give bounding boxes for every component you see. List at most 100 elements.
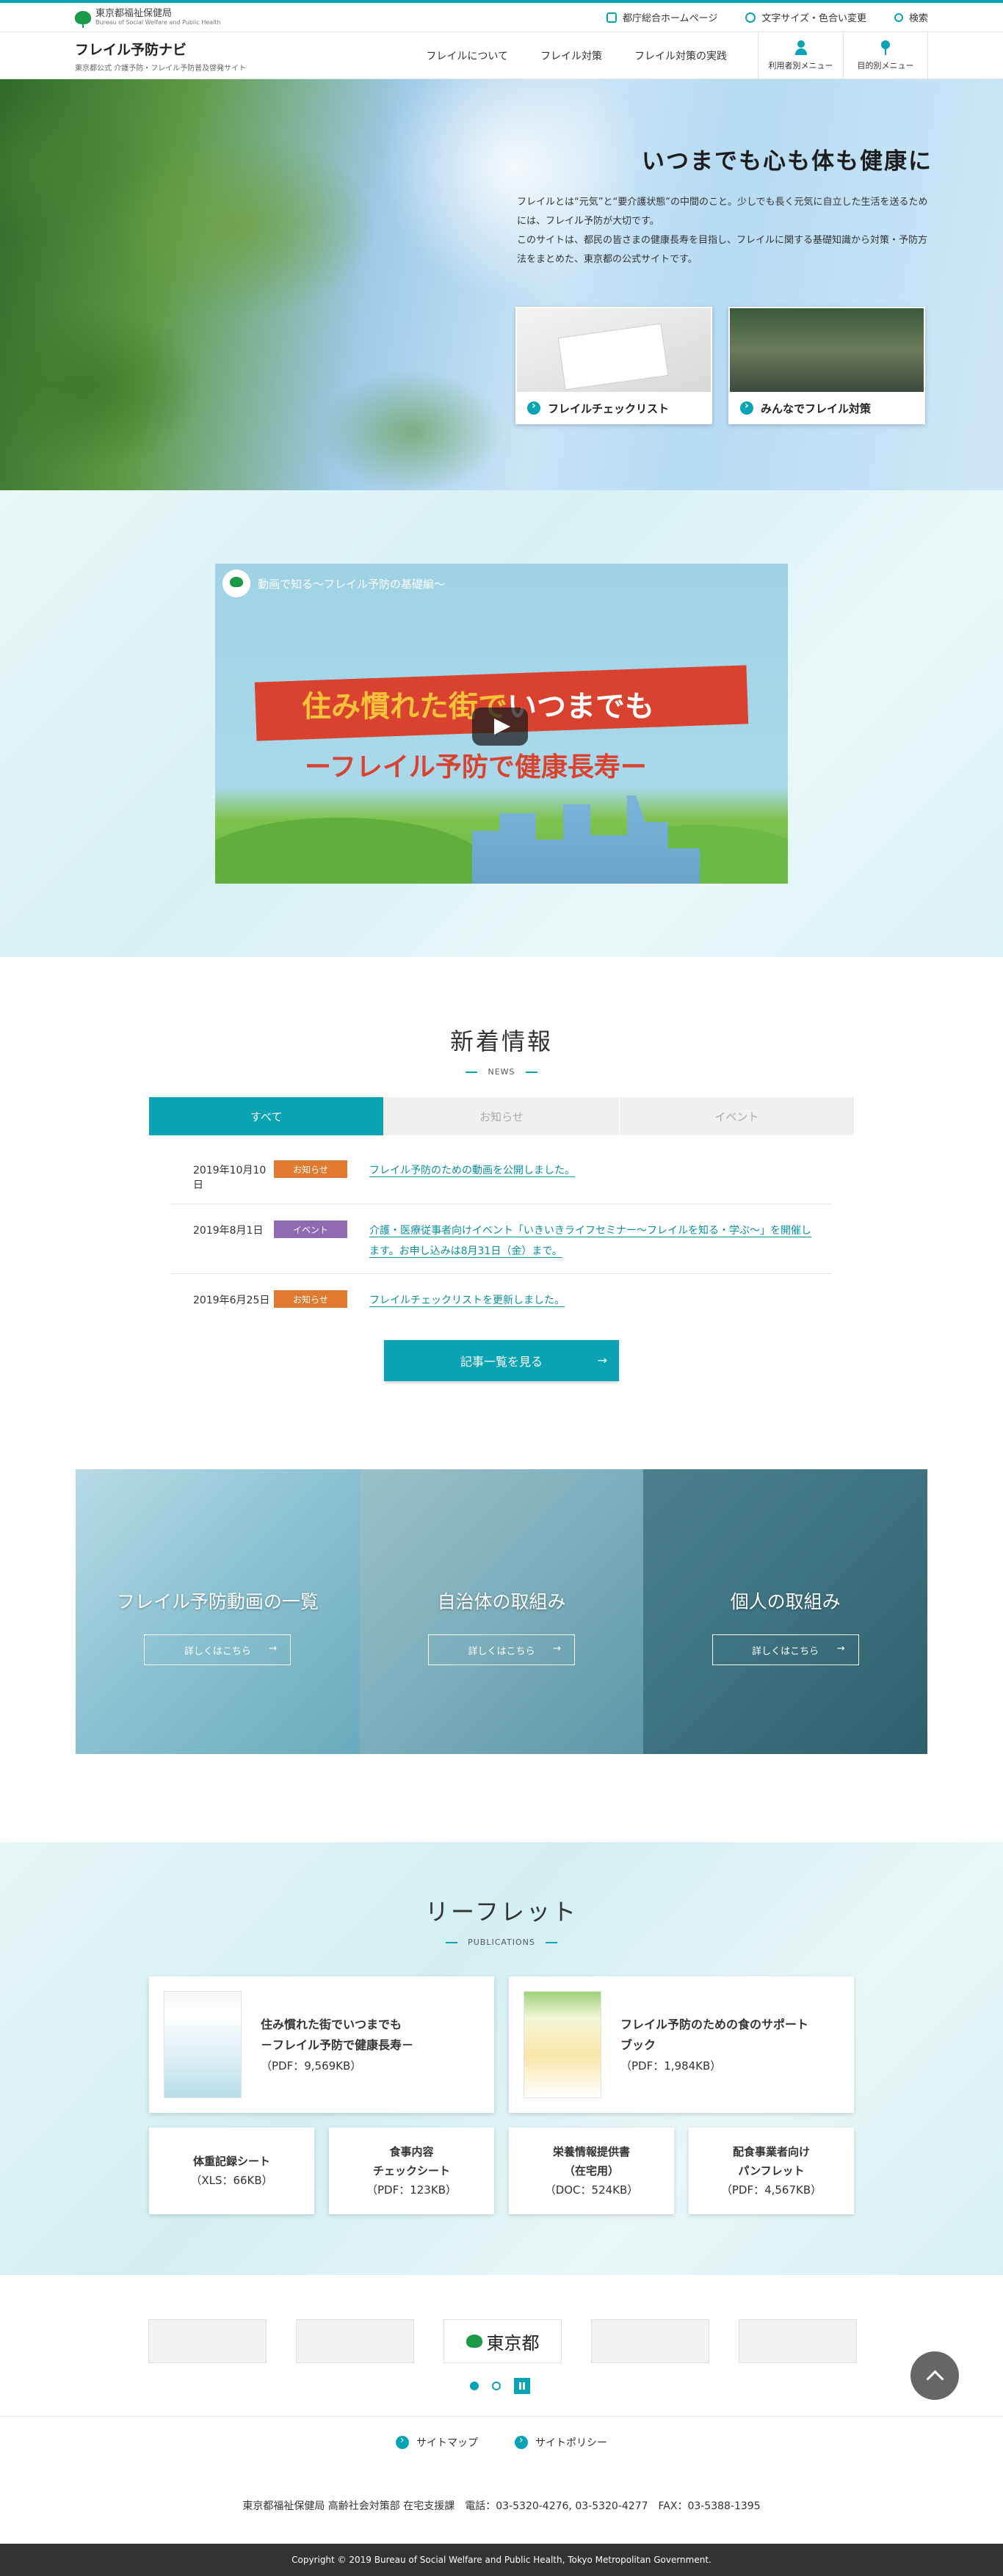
site-policy-label: サイトポリシー bbox=[535, 2437, 607, 2449]
nav-about-frailty[interactable]: フレイルについて bbox=[410, 48, 524, 63]
search-label: 検索 bbox=[908, 13, 928, 24]
user-menu-button[interactable]: 利用者別メニュー bbox=[758, 32, 843, 79]
bureau-logo[interactable]: 東京都福祉保健局 Bureau of Social Welfare and Pu… bbox=[75, 9, 221, 28]
hero-description-2: このサイトは、都民の皆さまの健康長寿を目指し、フレイルに関する基礎知識から対策・… bbox=[517, 235, 928, 265]
video-city-skyline bbox=[472, 796, 700, 884]
purpose-menu-label: 目的別メニュー bbox=[857, 60, 914, 70]
hero-section: いつまでも心も体も健康に フレイルとは“元気”と“要介護状態”の中間のこと。少し… bbox=[0, 79, 1003, 490]
feature-video-list[interactable]: フレイル予防動画の一覧 詳しくはこちら → bbox=[76, 1469, 360, 1754]
nav-frailty-measures[interactable]: フレイル対策 bbox=[524, 48, 618, 63]
utility-links: 都庁総合ホームページ 文字サイズ・色合い変更 検索 bbox=[606, 10, 928, 24]
banner-item[interactable] bbox=[739, 2319, 857, 2363]
site-logo[interactable]: フレイル予防ナビ 東京都公式 介護予防・フレイル予防普及啓発サイト bbox=[75, 39, 246, 73]
carousel-dot[interactable] bbox=[470, 2382, 479, 2390]
hero-text: いつまでも心も体も健康に フレイルとは“元気”と“要介護状態”の中間のこと。少し… bbox=[517, 142, 933, 269]
leaflet-title: 体重記録シート bbox=[192, 2155, 270, 2168]
leaflet-title: フレイル予防のための食のサポート ブック bbox=[620, 2017, 809, 2052]
detail-button[interactable]: 詳しくはこちら → bbox=[144, 1634, 292, 1665]
copyright: Copyright © 2019 Bureau of Social Welfar… bbox=[0, 2544, 1003, 2576]
frailty-checklist-card[interactable]: フレイルチェックリスト bbox=[515, 307, 712, 424]
bureau-name-en: Bureau of Social Welfare and Public Heal… bbox=[95, 19, 221, 26]
tab-notice[interactable]: お知らせ bbox=[383, 1097, 619, 1135]
banner-carousel: 東京都 bbox=[0, 2275, 1003, 2416]
arrow-right-icon bbox=[515, 2434, 528, 2449]
tokyo-gov-homepage-label: 都庁総合ホームページ bbox=[623, 13, 718, 24]
tokyo-gov-homepage-link[interactable]: 都庁総合ホームページ bbox=[606, 10, 717, 24]
news-heading: 新着情報 bbox=[449, 1027, 553, 1055]
site-title: フレイル予防ナビ bbox=[75, 41, 187, 58]
pause-icon[interactable] bbox=[514, 2378, 530, 2394]
arrow-right-icon bbox=[740, 400, 753, 415]
hero-cards: フレイルチェックリスト みんなでフレイル対策 bbox=[515, 307, 925, 424]
leaflet-cover-image bbox=[164, 1991, 242, 2098]
detail-label: 詳しくはこちら bbox=[752, 1645, 819, 1657]
hero-title: いつまでも心も体も健康に bbox=[642, 148, 933, 175]
feature-individual-efforts[interactable]: 個人の取組み 詳しくはこちら → bbox=[643, 1469, 928, 1754]
tokyo-leaf-icon bbox=[75, 10, 91, 28]
play-button[interactable] bbox=[472, 707, 528, 746]
banner-item[interactable] bbox=[591, 2319, 709, 2363]
leaflet-title: 配食事業者向け パンフレット bbox=[732, 2145, 810, 2177]
user-menu-label: 利用者別メニュー bbox=[768, 60, 833, 70]
nav-frailty-practice[interactable]: フレイル対策の実践 bbox=[618, 48, 743, 63]
category-badge: イベント bbox=[274, 1220, 347, 1238]
external-window-icon bbox=[606, 12, 617, 23]
video-headline-1b: いつまでも bbox=[507, 690, 654, 724]
tokyo-banner[interactable]: 東京都 bbox=[443, 2319, 562, 2363]
arrow-right-icon: → bbox=[597, 1353, 607, 1367]
leaflets-heading: リーフレット bbox=[424, 1898, 579, 1926]
site-header: フレイル予防ナビ 東京都公式 介護予防・フレイル予防普及啓発サイト フレイルにつ… bbox=[0, 32, 1003, 79]
video-section: 動画で知る～フレイル予防の基礎編～ 住み慣れた街でいつまでも ーフレイル予防で健… bbox=[0, 490, 1003, 957]
leaflet-card[interactable]: 食事内容 チェックシート （PDF：123KB） bbox=[329, 2128, 494, 2214]
news-link[interactable]: フレイル予防のための動画を公開しました。 bbox=[369, 1160, 575, 1181]
video-player[interactable]: 動画で知る～フレイル予防の基礎編～ 住み慣れた街でいつまでも ーフレイル予防で健… bbox=[215, 564, 788, 884]
sitemap-link[interactable]: サイトマップ bbox=[396, 2434, 478, 2450]
frailty-checklist-label: フレイルチェックリスト bbox=[548, 401, 670, 415]
search-icon bbox=[894, 12, 903, 22]
detail-label: 詳しくはこちら bbox=[184, 1645, 251, 1657]
news-item: 2019年6月25日 お知らせ フレイルチェックリストを更新しました。 bbox=[171, 1274, 832, 1322]
banner-row: 東京都 bbox=[148, 2319, 857, 2363]
news-list: 2019年10月10日 お知らせ フレイル予防のための動画を公開しました。 20… bbox=[171, 1144, 832, 1322]
site-subtitle: 東京都公式 介護予防・フレイル予防普及啓発サイト bbox=[75, 64, 247, 73]
arrow-right-icon bbox=[396, 2434, 409, 2449]
banner-item[interactable] bbox=[148, 2319, 267, 2363]
news-date: 2019年8月1日 bbox=[193, 1225, 264, 1237]
arrow-right-icon: → bbox=[836, 1643, 845, 1654]
category-badge: お知らせ bbox=[274, 1290, 347, 1308]
video-hill-left bbox=[215, 818, 494, 884]
tab-all[interactable]: すべて bbox=[149, 1097, 384, 1135]
contact-info: 東京都福祉保健局 高齢社会対策部 在宅支援課 電話：03-5320-4276, … bbox=[242, 2500, 761, 2512]
leaflet-card[interactable]: 住み慣れた街でいつまでも －フレイル予防で健康長寿－ （PDF：9,569KB） bbox=[149, 1976, 494, 2113]
text-size-color-link[interactable]: 文字サイズ・色合い変更 bbox=[745, 10, 866, 24]
pin-icon bbox=[880, 40, 891, 55]
global-nav: フレイルについて フレイル対策 フレイル対策の実践 利用者別メニュー 目的別メニ… bbox=[410, 32, 928, 79]
news-link[interactable]: フレイルチェックリストを更新しました。 bbox=[369, 1290, 565, 1311]
feature-links: フレイル予防動画の一覧 詳しくはこちら → 自治体の取組み 詳しくはこちら → 個人… bbox=[76, 1469, 928, 1754]
site-policy-link[interactable]: サイトポリシー bbox=[515, 2434, 607, 2450]
group-frailty-measures-label: みんなでフレイル対策 bbox=[761, 401, 872, 415]
category-badge: お知らせ bbox=[274, 1160, 347, 1178]
tokyo-leaf-icon bbox=[466, 2335, 482, 2348]
footer-links: サイトマップ サイトポリシー bbox=[0, 2416, 1003, 2467]
detail-button[interactable]: 詳しくはこちら → bbox=[428, 1634, 575, 1665]
leaflet-card[interactable]: 栄養情報提供書 （在宅用） （DOC：524KB） bbox=[509, 2128, 674, 2214]
detail-button[interactable]: 詳しくはこちら → bbox=[711, 1634, 859, 1665]
tab-event[interactable]: イベント bbox=[618, 1097, 854, 1135]
view-all-news-button[interactable]: 記事一覧を見る → bbox=[384, 1340, 619, 1381]
leaflet-card[interactable]: フレイル予防のための食のサポート ブック （PDF：1,984KB） bbox=[509, 1976, 854, 2113]
group-frailty-measures-card[interactable]: みんなでフレイル対策 bbox=[728, 307, 925, 424]
page-top-button[interactable] bbox=[910, 2351, 959, 2400]
search-link[interactable]: 検索 bbox=[894, 10, 928, 24]
text-size-color-label: 文字サイズ・色合い変更 bbox=[761, 13, 866, 24]
leaflet-card[interactable]: 体重記録シート （XLS：66KB） bbox=[149, 2128, 314, 2214]
carousel-dot[interactable] bbox=[492, 2382, 501, 2390]
banner-item[interactable] bbox=[296, 2319, 414, 2363]
purpose-menu-button[interactable]: 目的別メニュー bbox=[843, 32, 928, 79]
feature-municipal-efforts[interactable]: 自治体の取組み 詳しくはこちら → bbox=[359, 1469, 644, 1754]
hero-description-1: フレイルとは“元気”と“要介護状態”の中間のこと。少しでも長く元気に自立した生活… bbox=[517, 197, 928, 227]
carousel-controls bbox=[470, 2378, 530, 2394]
leaflet-card[interactable]: 配食事業者向け パンフレット （PDF：4,567KB） bbox=[689, 2128, 854, 2214]
sitemap-label: サイトマップ bbox=[416, 2437, 478, 2449]
news-link[interactable]: 介護・医療従事者向けイベント「いきいきライフセミナー～フレイルを知る・学ぶ～」を… bbox=[369, 1220, 817, 1262]
